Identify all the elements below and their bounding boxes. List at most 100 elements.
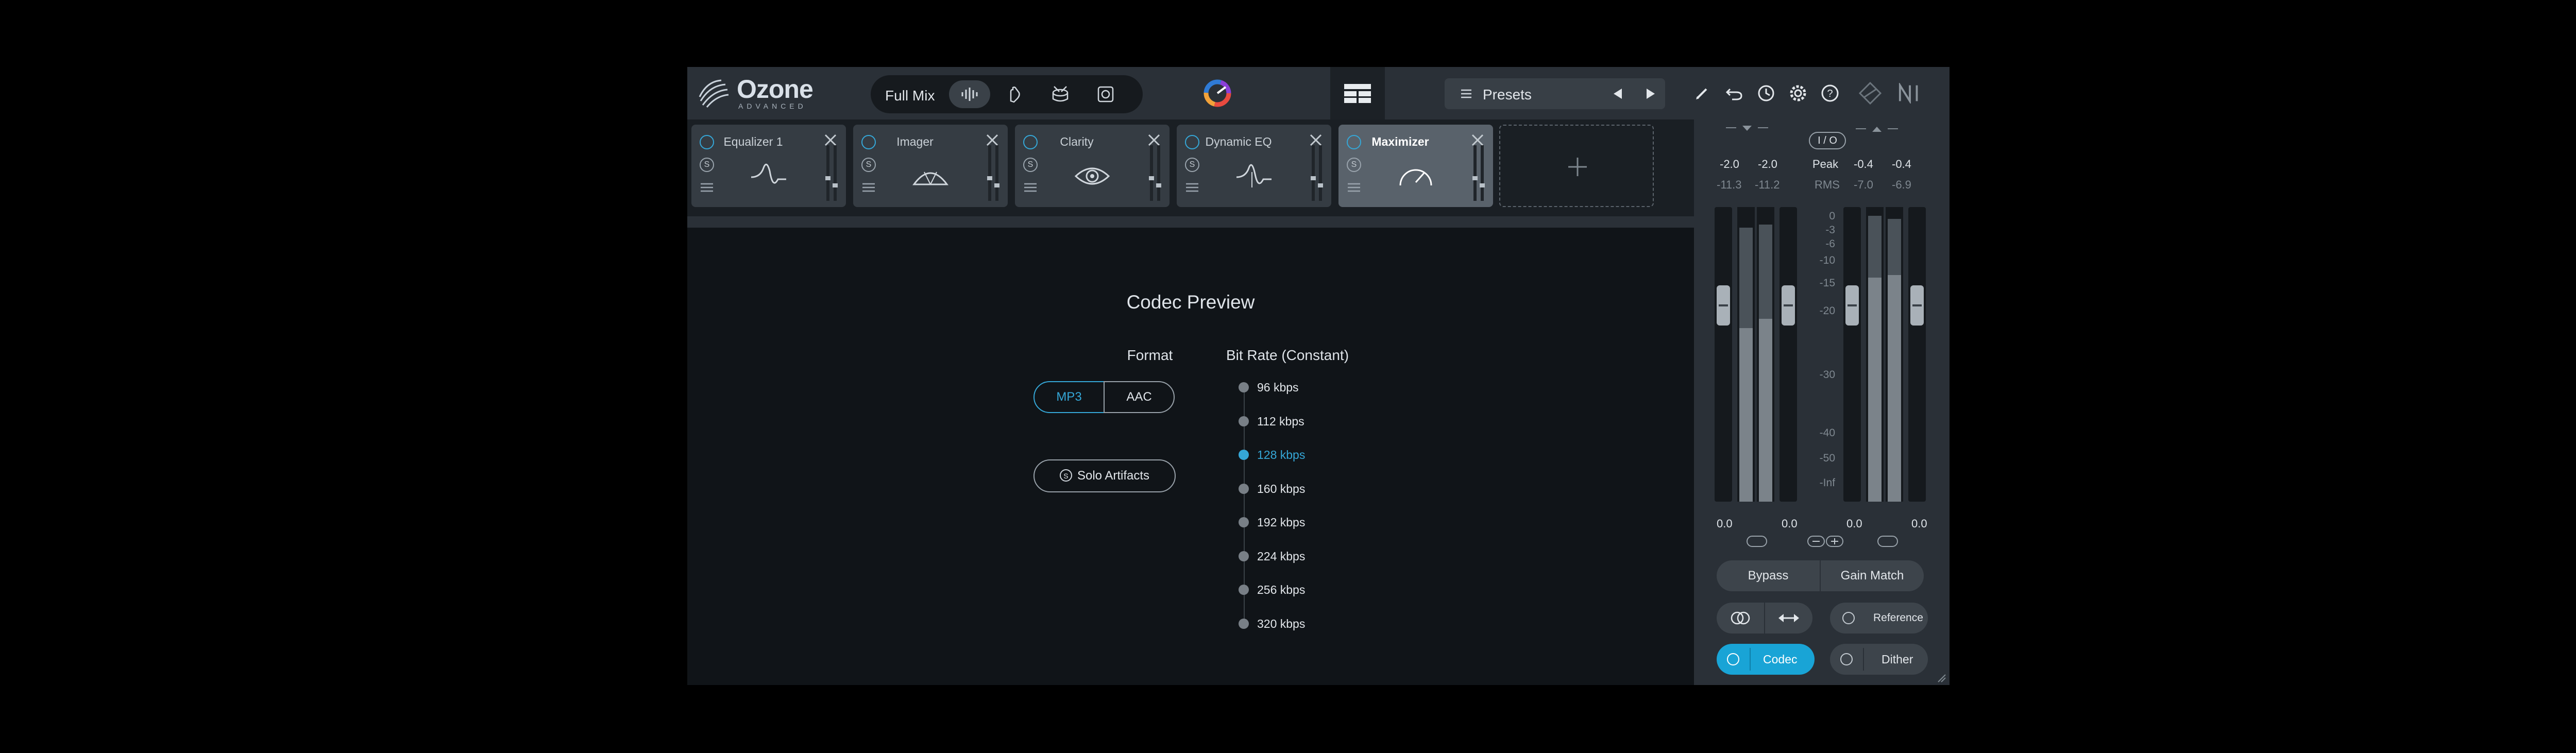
bypass-button[interactable]: Bypass — [1717, 560, 1820, 591]
list-icon[interactable] — [1023, 182, 1038, 193]
full-mix-button[interactable]: Full Mix — [885, 88, 935, 104]
bitrate-dot-icon[interactable] — [1239, 551, 1249, 561]
codec-power-icon — [1727, 653, 1739, 665]
dither-button[interactable]: Dither — [1830, 644, 1928, 675]
ozone-logo-icon — [699, 79, 729, 108]
module-input-slider[interactable] — [825, 145, 831, 201]
power-icon[interactable] — [700, 135, 714, 149]
master-assistant-button[interactable] — [1190, 67, 1245, 119]
history-icon[interactable] — [1754, 81, 1778, 106]
output-gain-handle-right[interactable] — [1910, 285, 1924, 326]
minus-icon[interactable] — [1807, 536, 1825, 547]
resize-grip-icon[interactable] — [1936, 673, 1946, 683]
module-output-slider[interactable] — [833, 145, 838, 201]
solo-icon[interactable]: S — [1347, 158, 1361, 172]
power-icon[interactable] — [1347, 135, 1361, 149]
pencil-icon[interactable] — [1690, 81, 1715, 106]
module-equalizer-1[interactable]: Equalizer 1 S — [691, 125, 846, 207]
ozone-color-wheel-icon — [1204, 79, 1231, 107]
help-icon[interactable]: ? — [1818, 81, 1842, 106]
input-gain-left-value[interactable]: 0.0 — [1717, 517, 1733, 530]
output-gain-fader-right[interactable] — [1908, 207, 1926, 502]
module-input-slider[interactable] — [1472, 145, 1478, 201]
input-gain-fader-left[interactable] — [1715, 207, 1732, 502]
power-icon[interactable] — [1185, 135, 1199, 149]
module-strip-scrollbar[interactable] — [687, 216, 1694, 228]
reference-button[interactable]: Reference — [1830, 603, 1928, 634]
format-aac-button[interactable]: AAC — [1104, 381, 1175, 413]
io-meter-panel: I / O -2.0 -2.0 Peak -0.4 -0.4 -11.3 -11… — [1694, 119, 1950, 685]
list-icon[interactable] — [1347, 182, 1361, 193]
module-input-slider[interactable] — [987, 145, 992, 201]
hand-icon[interactable] — [994, 80, 1036, 108]
plus-small-icon[interactable] — [1826, 536, 1843, 547]
input-gain-right-value[interactable]: 0.0 — [1782, 517, 1798, 530]
bitrate-dot-icon[interactable] — [1239, 517, 1249, 527]
solo-icon[interactable]: S — [1185, 158, 1199, 172]
power-icon[interactable] — [861, 135, 876, 149]
undo-icon[interactable] — [1722, 81, 1747, 106]
list-icon[interactable] — [1460, 88, 1472, 100]
list-icon[interactable] — [1185, 182, 1199, 193]
eq-curve-icon — [751, 163, 786, 184]
solo-icon[interactable]: S — [861, 158, 876, 172]
bitrate-dot-icon[interactable] — [1239, 585, 1249, 595]
module-input-slider[interactable] — [1149, 145, 1154, 201]
input-gain-fader-right[interactable] — [1780, 207, 1797, 502]
bitrate-dot-icon[interactable] — [1239, 483, 1249, 494]
previous-preset-icon[interactable] — [1611, 87, 1625, 101]
io-link-button[interactable]: I / O — [1809, 132, 1846, 149]
bitrate-dot-icon[interactable] — [1239, 618, 1249, 629]
power-icon[interactable] — [1023, 135, 1038, 149]
swap-channels-button[interactable] — [1765, 603, 1812, 634]
module-imager[interactable]: Imager S — [853, 125, 1008, 207]
output-gain-handle-left[interactable] — [1845, 285, 1859, 326]
gain-match-button[interactable]: Gain Match — [1821, 560, 1924, 591]
stereo-mode-button[interactable] — [1717, 603, 1764, 634]
module-output-slider[interactable] — [994, 145, 999, 201]
solo-artifacts-label: Solo Artifacts — [1077, 469, 1150, 483]
next-preset-icon[interactable] — [1643, 87, 1658, 101]
output-gain-right-value[interactable]: 0.0 — [1911, 517, 1927, 530]
bitrate-label-text: 256 kbps — [1257, 583, 1306, 596]
module-clarity[interactable]: Clarity S — [1015, 125, 1170, 207]
bitrate-label-text: 224 kbps — [1257, 549, 1306, 563]
output-link-icon[interactable] — [1877, 536, 1898, 547]
module-output-slider[interactable] — [1156, 145, 1161, 201]
input-link-icon[interactable] — [1747, 536, 1767, 547]
output-meter-right — [1886, 207, 1903, 502]
list-icon[interactable] — [861, 182, 876, 193]
module-view-button[interactable] — [1330, 67, 1385, 119]
input-gain-handle-left[interactable] — [1717, 285, 1730, 326]
output-gain-left-value[interactable]: 0.0 — [1846, 517, 1862, 530]
presets-button[interactable]: Presets — [1483, 87, 1532, 103]
peak-label: Peak — [1812, 158, 1839, 170]
codec-button[interactable]: Codec — [1717, 644, 1815, 675]
input-gain-handle-right[interactable] — [1782, 285, 1795, 326]
bitrate-dot-icon[interactable] — [1239, 382, 1249, 392]
output-peak-left: -0.4 — [1854, 158, 1873, 170]
input-channel-indicator-icon — [1726, 126, 1768, 131]
module-maximizer[interactable]: Maximizer S — [1338, 125, 1493, 207]
list-icon[interactable] — [700, 182, 714, 193]
module-dynamic-eq[interactable]: Dynamic EQ S — [1177, 125, 1331, 207]
solo-artifacts-button[interactable]: S Solo Artifacts — [1033, 459, 1176, 492]
solo-icon[interactable]: S — [1023, 158, 1038, 172]
solo-icon[interactable]: S — [700, 158, 714, 172]
bitrate-label-text: 112 kbps — [1257, 414, 1304, 428]
add-module-button[interactable] — [1499, 125, 1654, 207]
speaker-icon[interactable] — [1085, 80, 1126, 108]
module-output-slider[interactable] — [1318, 145, 1323, 201]
output-channel-indicator-icon — [1856, 127, 1898, 132]
module-output-slider[interactable] — [1480, 145, 1485, 201]
module-input-slider[interactable] — [1311, 145, 1316, 201]
output-gain-fader-left[interactable] — [1843, 207, 1861, 502]
format-mp3-button[interactable]: MP3 — [1033, 381, 1105, 413]
gear-icon[interactable] — [1786, 81, 1810, 106]
bitrate-dot-icon[interactable] — [1239, 450, 1249, 460]
bitrate-dot-icon[interactable] — [1239, 416, 1249, 426]
bitrate-label-text: 320 kbps — [1257, 617, 1306, 630]
waveform-icon[interactable] — [949, 80, 990, 108]
dynamic-eq-icon — [1236, 164, 1272, 187]
drum-icon[interactable] — [1040, 80, 1081, 108]
